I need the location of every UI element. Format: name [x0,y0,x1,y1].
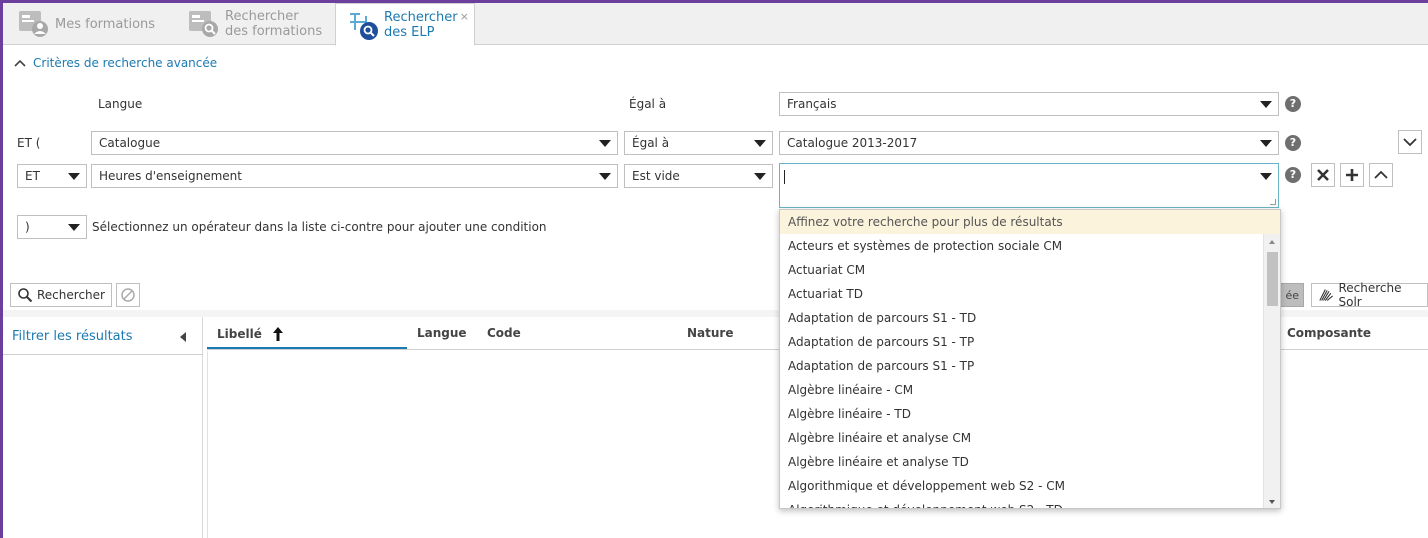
dropdown-option[interactable]: Adaptation de parcours S1 - TD [780,306,1264,330]
field-label-langue: Langue [98,97,143,111]
field-text: Catalogue [99,136,161,150]
filter-title: Filtrer les résultats [12,329,133,344]
column-header-libelle[interactable]: Libellé [217,326,284,342]
close-tab-icon[interactable]: × [460,9,469,24]
value-text: Catalogue 2013-2017 [787,136,918,150]
closing-operator-text: ) [25,220,30,234]
field-select-catalogue[interactable]: Catalogue [91,131,618,155]
caret-down-icon [754,140,766,147]
dropdown-option[interactable]: Algèbre linéaire et analyse CM [780,426,1264,450]
prohibited-icon [121,288,135,302]
field-select-heures[interactable]: Heures d'enseignement [91,164,618,188]
filter-divider [3,354,203,355]
scroll-thumb[interactable] [1267,252,1278,306]
caret-down-icon [599,173,611,180]
closing-operator-select[interactable]: ) [17,215,87,239]
dropdown-option[interactable]: Acteurs et systèmes de protection social… [780,234,1264,258]
row-prefix-et-open: ET ( [17,136,41,150]
operator-select-heures[interactable]: Est vide [624,164,773,188]
field-text: Heures d'enseignement [99,169,242,183]
tab-mes-formations[interactable]: Mes formations [7,3,177,45]
value-dropdown-list: Affinez votre recherche pour plus de rés… [779,209,1281,509]
collapse-button[interactable] [1369,163,1393,187]
column-header-composante[interactable]: Composante [1287,326,1371,340]
collapse-left-icon[interactable] [180,332,186,342]
expand-button[interactable] [1398,130,1422,154]
text-cursor [784,170,785,184]
dropdown-option[interactable]: Algèbre linéaire - CM [780,378,1264,402]
tab-label-line2: des formations [225,24,323,39]
caret-down-icon [754,173,766,180]
dropdown-scrollbar[interactable] [1263,234,1280,508]
dropdown-hint: Affinez votre recherche pour plus de rés… [780,210,1280,234]
add-condition-button[interactable] [1340,163,1364,187]
help-icon[interactable]: ? [1285,135,1301,151]
partial-button-label: ée [1285,288,1299,302]
chevron-up-icon [14,59,26,67]
solr-search-label: Recherche Solr [1338,281,1402,309]
tab-label-line2: des ELP [384,24,435,40]
tab-label-line1: Rechercher [384,9,458,25]
chevron-down-icon [1403,138,1417,147]
tab-bar: Mes formations Rechercher des formations [3,3,1428,46]
caret-down-icon [68,173,80,180]
help-icon[interactable]: ? [1285,96,1301,112]
advanced-criteria-label: Critères de recherche avancée [33,56,218,70]
value-select-langue[interactable]: Français [779,92,1279,116]
scroll-down-icon[interactable] [1269,500,1275,504]
tab-rechercher-elp[interactable]: Rechercher des ELP × [335,3,475,46]
tab-rechercher-formations[interactable]: Rechercher des formations [177,3,335,45]
logic-operator-text: ET [25,169,40,183]
operator-label-egal: Égal à [629,97,667,111]
resize-grip-icon[interactable] [1270,199,1276,205]
solr-icon [1319,289,1334,301]
plus-icon [1346,169,1358,181]
operator-text: Est vide [632,169,680,183]
search-button-label: Rechercher [37,288,105,302]
dropdown-option[interactable]: Adaptation de parcours S1 - TP [780,330,1264,354]
dropdown-options: Acteurs et systèmes de protection social… [780,234,1264,508]
caret-down-icon [599,140,611,147]
column-header-code[interactable]: Code [487,326,521,340]
solr-search-button[interactable]: Recherche Solr [1311,281,1428,309]
dropdown-option[interactable]: Algorithmique et développement web S2 - … [780,474,1264,498]
dropdown-option[interactable]: Adaptation de parcours S1 - TP [780,354,1264,378]
caret-down-icon [1260,140,1272,147]
tab-label-line1: Rechercher [225,9,299,24]
remove-condition-button[interactable] [1311,163,1335,187]
column-label: Libellé [217,327,262,341]
tab-label: Mes formations [55,16,156,32]
operator-select-catalogue[interactable]: Égal à [624,131,773,155]
sort-ascending-icon [272,327,283,341]
caret-down-icon[interactable] [1260,173,1272,180]
close-icon [1317,169,1329,181]
filter-panel: Filtrer les résultats [3,317,203,538]
help-icon[interactable]: ? [1285,167,1301,183]
operator-hint: Sélectionnez un opérateur dans la liste … [92,220,547,234]
column-header-langue[interactable]: Langue [417,326,467,340]
chevron-up-icon [1374,170,1388,179]
search-button[interactable]: Rechercher [10,283,112,307]
caret-down-icon [1260,101,1272,108]
dropdown-option[interactable]: Actuariat TD [780,282,1264,306]
dropdown-option[interactable]: Algèbre linéaire et analyse TD [780,450,1264,474]
dropdown-option[interactable]: Actuariat CM [780,258,1264,282]
reset-button[interactable] [116,283,140,307]
sorted-column-indicator [207,347,407,349]
value-text: Français [787,97,837,111]
scroll-up-icon[interactable] [1269,240,1275,244]
dropdown-option[interactable]: Algorithmique et développement web S2 - … [780,498,1264,508]
value-select-catalogue[interactable]: Catalogue 2013-2017 [779,131,1279,155]
elp-search-icon [346,8,380,42]
value-combobox-input[interactable] [779,163,1279,208]
logic-operator-select[interactable]: ET [17,164,87,188]
dropdown-option[interactable]: Algèbre linéaire - TD [780,402,1264,426]
caret-down-icon [68,224,80,231]
formations-user-icon [17,7,51,41]
formations-search-icon [187,7,221,41]
operator-text: Égal à [632,136,670,150]
search-icon [18,288,33,303]
column-header-nature[interactable]: Nature [687,326,733,340]
advanced-criteria-toggle[interactable]: Critères de recherche avancée [13,56,217,70]
